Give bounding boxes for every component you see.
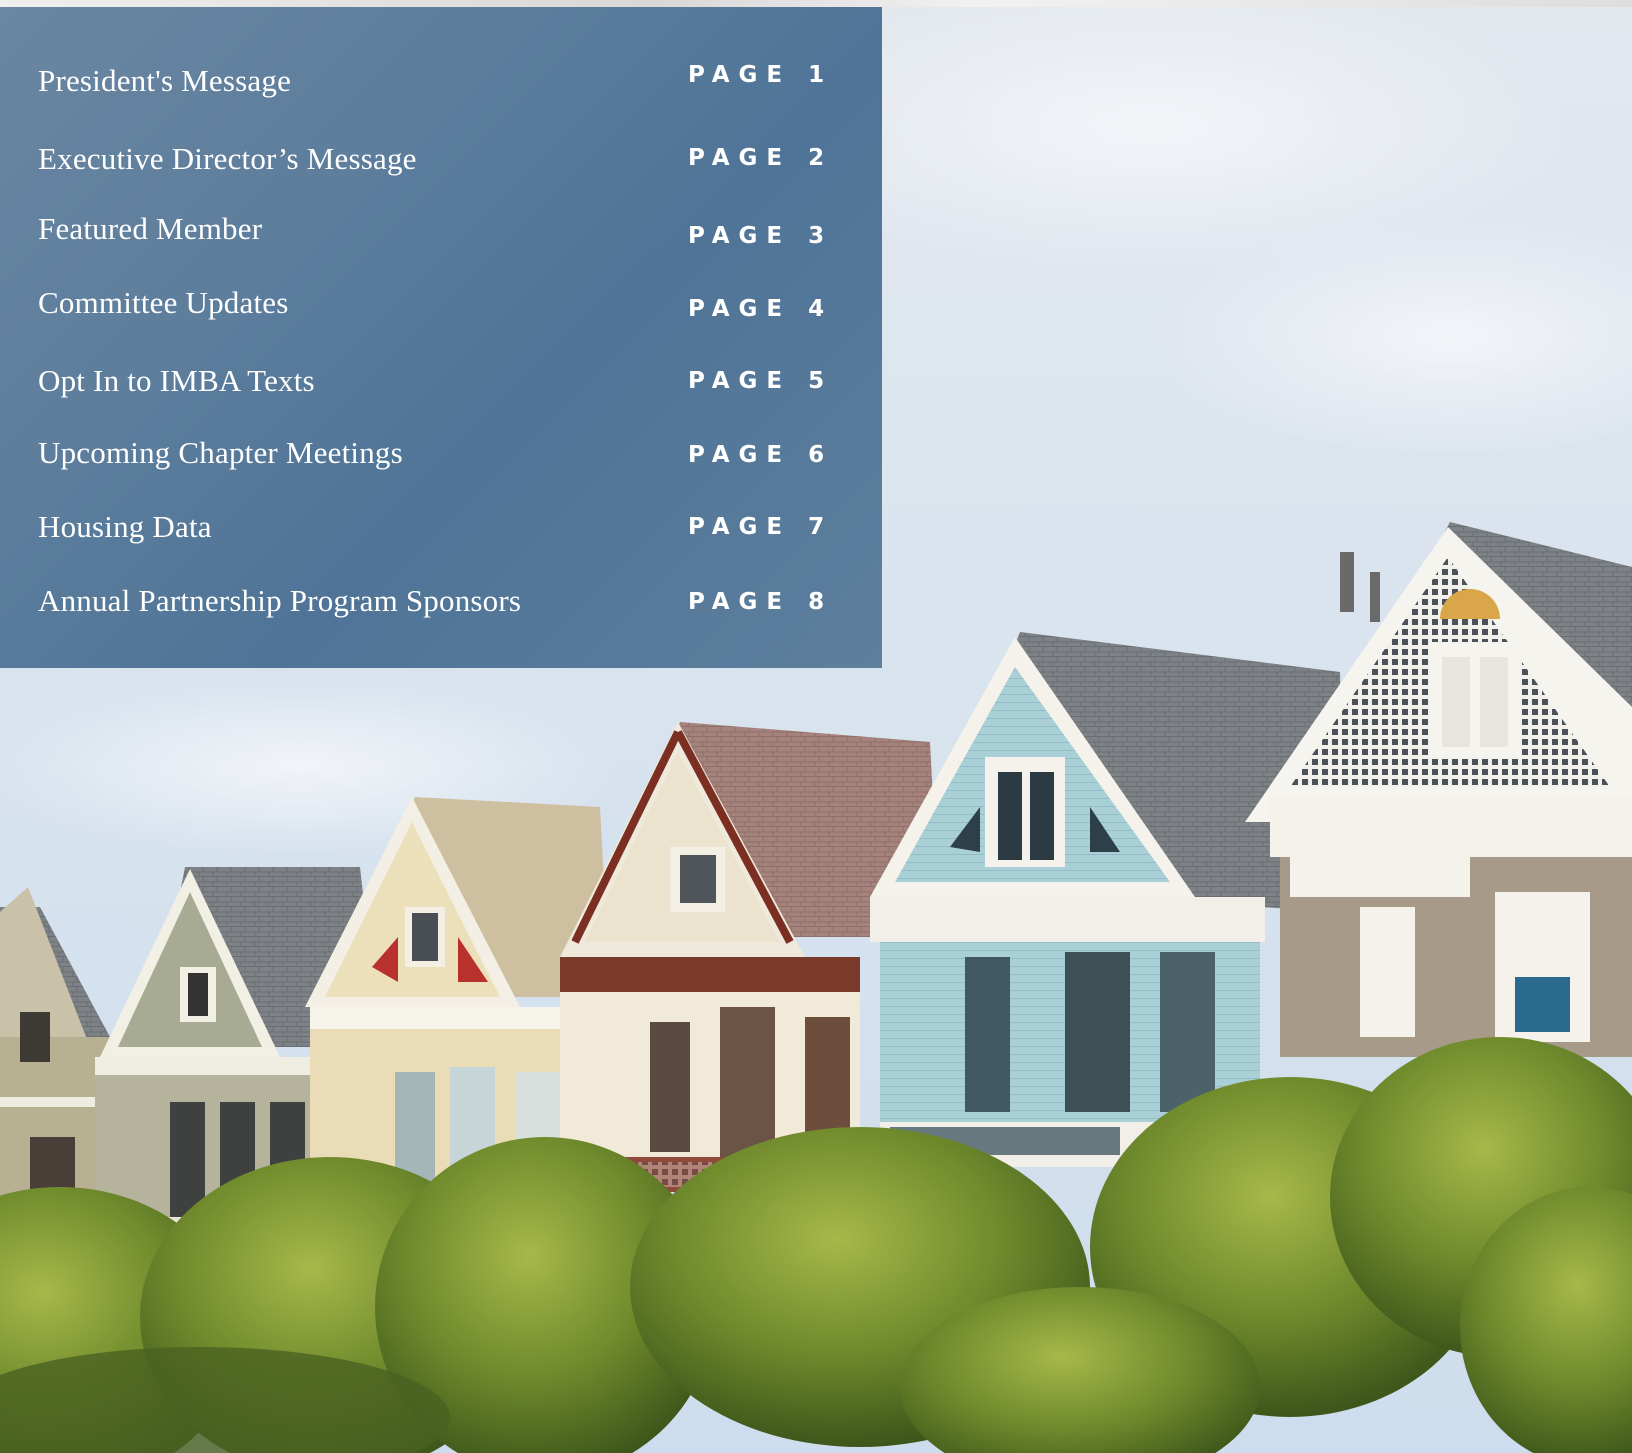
- toc-entry-page: PAGE 3: [688, 223, 825, 249]
- toc-entry-title[interactable]: Upcoming Chapter Meetings: [38, 423, 403, 483]
- toc-entry[interactable]: Housing Data PAGE 7: [0, 497, 882, 557]
- toc-entry-page: PAGE 6: [688, 442, 825, 468]
- toc-entry[interactable]: President's Message PAGE 1: [0, 45, 882, 105]
- top-border-strip: [0, 0, 1632, 7]
- toc-entry[interactable]: Opt In to IMBA Texts PAGE 5: [0, 351, 882, 411]
- toc-entry-page: PAGE 7: [688, 514, 825, 540]
- toc-entry-page: PAGE 5: [688, 368, 825, 394]
- toc-entry[interactable]: Featured Member PAGE 3: [0, 199, 882, 259]
- toc-entry-page: PAGE 1: [688, 62, 825, 88]
- toc-entry-title[interactable]: Committee Updates: [38, 273, 289, 333]
- toc-entry-title[interactable]: Executive Director’s Message: [38, 129, 417, 189]
- toc-entry-page: PAGE 4: [688, 296, 825, 322]
- toc-entry[interactable]: Executive Director’s Message PAGE 2: [0, 121, 882, 181]
- toc-entry-page: PAGE 8: [688, 589, 825, 615]
- toc-entry-title[interactable]: Annual Partnership Program Sponsors: [38, 571, 521, 631]
- toc-entry[interactable]: Committee Updates PAGE 4: [0, 273, 882, 333]
- toc-entry[interactable]: Upcoming Chapter Meetings PAGE 6: [0, 423, 882, 483]
- table-of-contents-panel: President's Message PAGE 1 Executive Dir…: [0, 7, 882, 668]
- toc-entry-page: PAGE 2: [688, 145, 825, 171]
- toc-entry-title[interactable]: Featured Member: [38, 199, 262, 259]
- toc-entry-title[interactable]: Housing Data: [38, 497, 212, 557]
- toc-entry-title[interactable]: President's Message: [38, 51, 291, 111]
- toc-entry-title[interactable]: Opt In to IMBA Texts: [38, 351, 315, 411]
- toc-entry[interactable]: Annual Partnership Program Sponsors PAGE…: [0, 571, 882, 631]
